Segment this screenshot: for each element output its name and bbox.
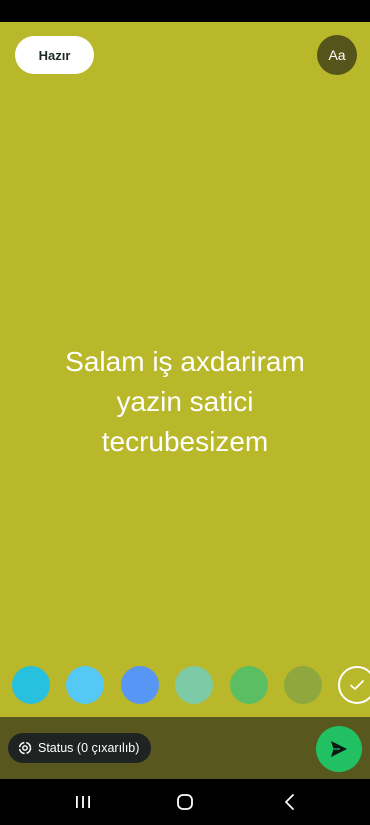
status-text-line: tecrubesizem bbox=[101, 426, 269, 457]
status-audience-label: Status (0 çıxarılıb) bbox=[38, 741, 140, 755]
color-swatch-4[interactable] bbox=[175, 666, 213, 704]
system-navigation-bar bbox=[0, 779, 370, 825]
home-button[interactable] bbox=[173, 790, 197, 814]
recent-apps-icon bbox=[76, 796, 90, 808]
recent-apps-button[interactable] bbox=[71, 790, 95, 814]
color-swatch-3[interactable] bbox=[121, 666, 159, 704]
selected-color-swatch[interactable] bbox=[338, 666, 370, 704]
text-status-editor[interactable]: Hazır Aa Salam iş axdariram yazin satici… bbox=[0, 22, 370, 717]
color-swatch-6[interactable] bbox=[284, 666, 322, 704]
status-text-line: yazin satici bbox=[116, 386, 254, 417]
home-icon bbox=[177, 794, 193, 810]
font-style-button[interactable]: Aa bbox=[317, 35, 357, 75]
back-icon bbox=[285, 794, 294, 810]
status-text-line: Salam iş axdariram bbox=[65, 346, 305, 377]
color-swatch-2[interactable] bbox=[66, 666, 104, 704]
send-button[interactable] bbox=[316, 726, 362, 772]
status-audience-button[interactable]: Status (0 çıxarılıb) bbox=[8, 733, 152, 763]
compose-footer: Status (0 çıxarılıb) bbox=[0, 717, 370, 779]
system-status-bar bbox=[0, 0, 370, 22]
done-button[interactable]: Hazır bbox=[15, 36, 94, 74]
back-button[interactable] bbox=[278, 790, 302, 814]
status-ring-icon bbox=[18, 741, 32, 755]
color-swatch-1[interactable] bbox=[12, 666, 50, 704]
check-icon bbox=[350, 680, 364, 690]
color-swatch-5[interactable] bbox=[230, 666, 268, 704]
status-text[interactable]: Salam iş axdariram yazin satici tecrubes… bbox=[20, 342, 350, 462]
send-arrow-icon bbox=[331, 741, 347, 757]
